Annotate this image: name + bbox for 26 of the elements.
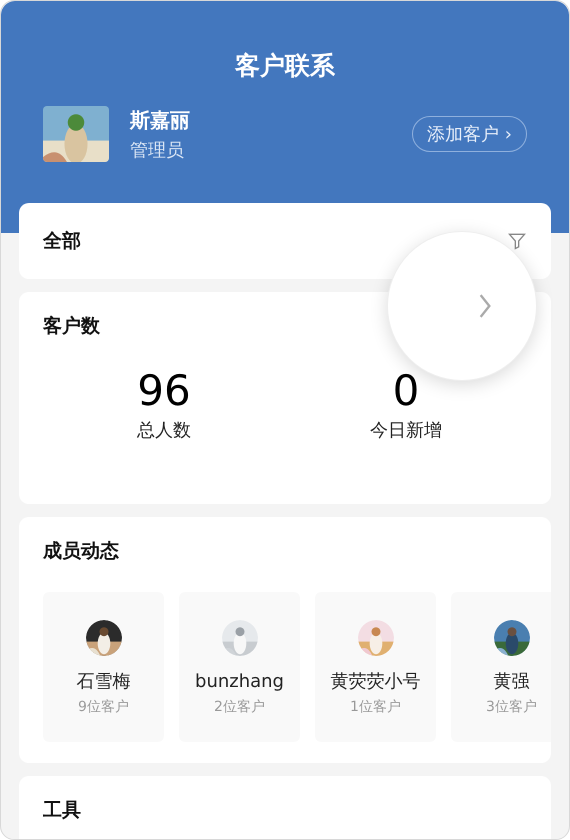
add-customer-button[interactable]: 添加客户 › [412, 116, 527, 152]
member-customer-count: 9位客户 [78, 698, 129, 716]
page-title: 客户联系 [234, 50, 336, 82]
card-title: 客户数 [43, 314, 101, 339]
stat-label: 总人数 [137, 418, 191, 442]
member-name: 石雪梅 [76, 670, 130, 694]
card-title: 工具 [43, 798, 82, 823]
filter-label: 全部 [43, 228, 81, 254]
card-title: 成员动态 [43, 539, 120, 564]
member-name: 黄强 [494, 670, 530, 694]
member-customer-count: 1位客户 [350, 698, 401, 716]
member-card[interactable]: 黄荧荧小号 1位客户 [315, 592, 436, 742]
filter-icon[interactable] [507, 231, 527, 251]
member-name: 黄荧荧小号 [330, 670, 420, 694]
member-card[interactable]: 黄强 3位客户 [451, 592, 551, 742]
member-card[interactable]: 石雪梅 9位客户 [43, 592, 164, 742]
user-name: 斯嘉丽 [130, 106, 190, 134]
member-customer-count: 3位客户 [486, 698, 537, 716]
user-role: 管理员 [130, 138, 185, 162]
chevron-right-icon[interactable] [478, 293, 492, 319]
stat-value: 0 [392, 366, 420, 414]
member-customer-count: 2位客户 [214, 698, 265, 716]
stat-value: 96 [137, 366, 191, 414]
member-name: bunzhang [195, 670, 284, 694]
member-card[interactable]: bunzhang 2位客户 [179, 592, 300, 742]
stat-label: 今日新增 [370, 418, 442, 442]
